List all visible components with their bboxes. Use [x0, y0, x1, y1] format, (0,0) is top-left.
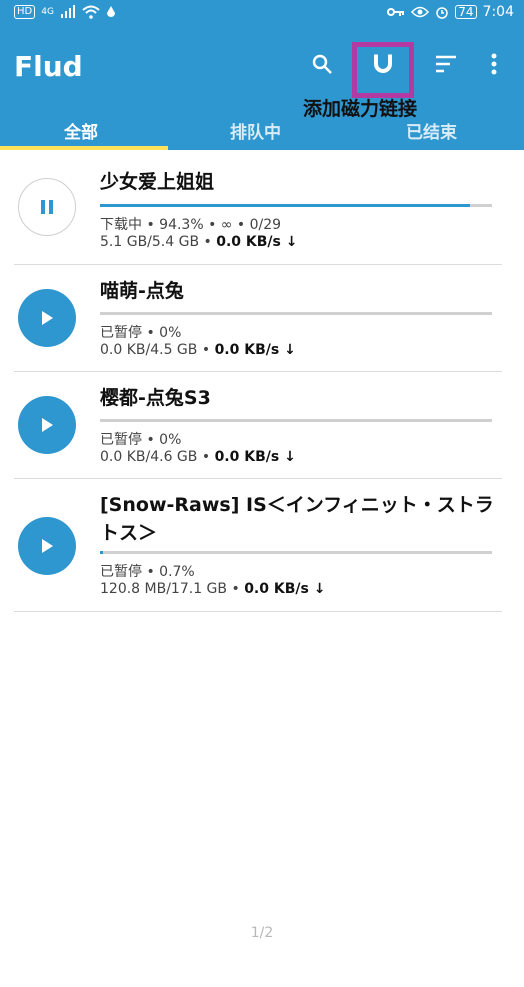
torrent-item[interactable]: 喵萌-点兔 已暂停 • 0% 0.0 KB/4.5 GB • 0.0 KB/s …: [14, 265, 502, 372]
resume-button[interactable]: [18, 396, 76, 454]
more-vert-icon: [491, 53, 497, 75]
play-icon: [42, 539, 53, 553]
torrent-name: [Snow-Raws] IS＜インフィニット・ストラトス＞: [100, 494, 494, 544]
sort-button[interactable]: [426, 44, 466, 84]
torrent-item[interactable]: 少女爱上姐姐 下载中 • 94.3% • ∞ • 0/29 5.1 GB/5.4…: [14, 150, 502, 265]
progress-bar: [100, 312, 492, 315]
torrent-size: 0.0 KB/4.6 GB: [100, 449, 198, 465]
torrent-status: 已暂停 • 0%: [100, 432, 182, 448]
play-icon: [42, 418, 53, 432]
highlight-box: [352, 42, 414, 98]
status-right: 74 7:04: [387, 4, 514, 20]
app-title: Flud: [14, 50, 83, 83]
torrent-item[interactable]: [Snow-Raws] IS＜インフィニット・ストラトス＞ 已暂停 • 0.7%…: [14, 479, 502, 612]
eye-icon: [411, 6, 430, 18]
torrent-name: 樱都-点兔S3: [100, 387, 211, 409]
water-drop-icon: [106, 6, 115, 17]
torrent-size: 120.8 MB/17.1 GB: [100, 581, 228, 597]
torrent-speed: 0.0 KB/s ↓: [216, 234, 298, 250]
progress-bar: [100, 204, 492, 207]
pause-button[interactable]: [18, 178, 76, 236]
alarm-icon: [436, 7, 449, 19]
resume-button[interactable]: [18, 517, 76, 575]
resume-button[interactable]: [18, 289, 76, 347]
search-icon: [312, 54, 332, 74]
progress-fill: [100, 551, 103, 554]
torrent-item[interactable]: 樱都-点兔S3 已暂停 • 0% 0.0 KB/4.6 GB • 0.0 KB/…: [14, 372, 502, 479]
torrent-size: 0.0 KB/4.5 GB: [100, 342, 198, 358]
status-bar: HD 4G 74 7:04: [0, 0, 524, 28]
torrent-speed: 0.0 KB/s ↓: [214, 449, 296, 465]
sort-icon: [436, 55, 456, 73]
tab-finished[interactable]: 已结束: [406, 118, 457, 143]
tab-all[interactable]: 全部: [64, 118, 98, 143]
network-type-label: 4G: [41, 7, 54, 17]
tab-bar: 全部 排队中 已结束: [0, 110, 524, 150]
tab-queued[interactable]: 排队中: [230, 118, 281, 143]
torrent-status: 已暂停 • 0.7%: [100, 564, 195, 580]
torrent-size: 5.1 GB/5.4 GB: [100, 234, 200, 250]
torrent-speed: 0.0 KB/s ↓: [214, 342, 296, 358]
search-button[interactable]: [302, 44, 342, 84]
pause-icon: [41, 200, 53, 214]
torrent-size-speed: 0.0 KB/4.6 GB • 0.0 KB/s ↓: [100, 449, 296, 465]
status-left: HD 4G: [14, 5, 116, 19]
play-icon: [42, 311, 53, 325]
torrent-size-speed: 0.0 KB/4.5 GB • 0.0 KB/s ↓: [100, 342, 296, 358]
torrent-name: 少女爱上姐姐: [100, 171, 215, 193]
hd-icon: HD: [14, 5, 36, 19]
torrent-list: 少女爱上姐姐 下载中 • 94.3% • ∞ • 0/29 5.1 GB/5.4…: [0, 150, 524, 612]
signal-icon: [60, 5, 75, 18]
progress-bar: [100, 419, 492, 422]
page-indicator: 1/2: [250, 925, 274, 941]
torrent-status: 下载中 • 94.3% • ∞ • 0/29: [100, 217, 282, 233]
torrent-size-speed: 120.8 MB/17.1 GB • 0.0 KB/s ↓: [100, 581, 326, 597]
wifi-icon: [82, 5, 100, 19]
battery-icon: 74: [455, 5, 477, 19]
torrent-speed: 0.0 KB/s ↓: [244, 581, 326, 597]
status-time: 7:04: [482, 4, 514, 20]
app-bar: Flud 添加磁力链接 全部 排队中 已结束: [0, 28, 524, 150]
torrent-name: 喵萌-点兔: [100, 280, 184, 302]
torrent-status: 已暂停 • 0%: [100, 325, 182, 341]
progress-fill: [100, 204, 470, 207]
key-icon: [387, 8, 405, 16]
torrent-size-speed: 5.1 GB/5.4 GB • 0.0 KB/s ↓: [100, 234, 298, 250]
progress-bar: [100, 551, 492, 554]
overflow-menu-button[interactable]: [474, 44, 514, 84]
